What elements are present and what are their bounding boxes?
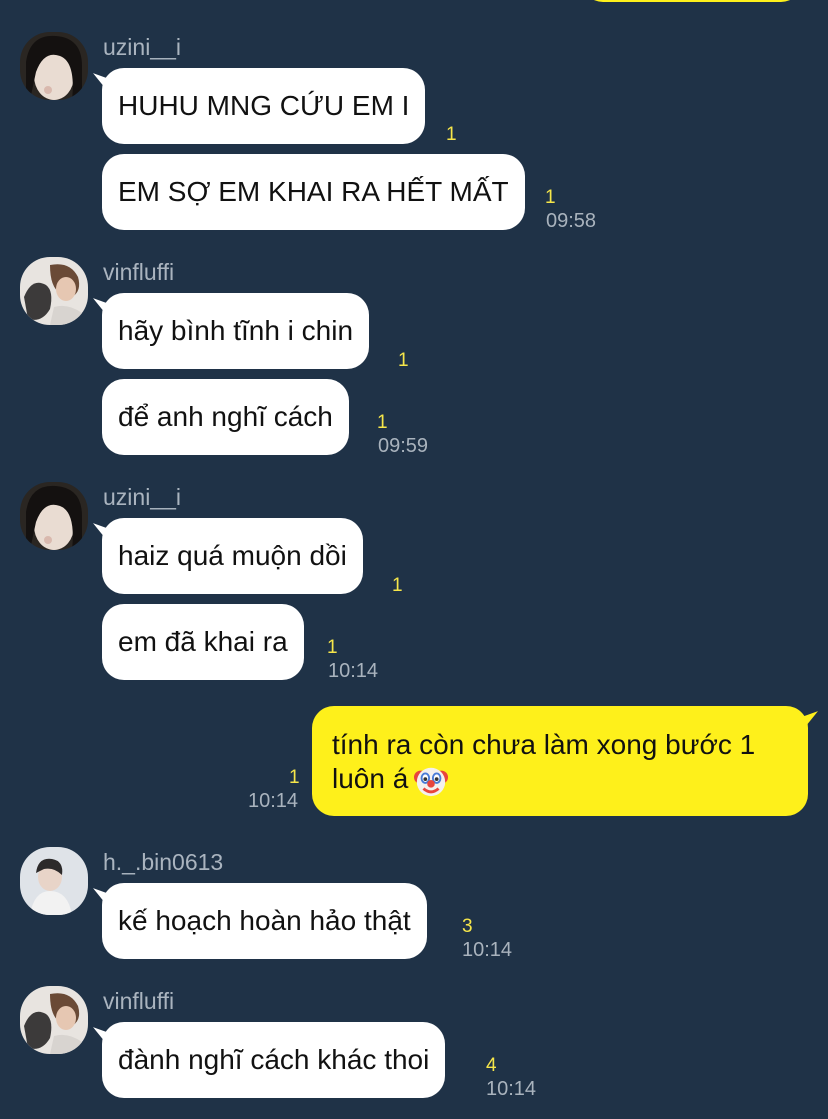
- message-bubble[interactable]: HUHU MNG CỨU EM I: [102, 68, 426, 144]
- sender-name: h._.bin0613: [103, 849, 224, 875]
- user-photo-icon: [20, 32, 88, 100]
- unread-count: 1: [398, 350, 409, 371]
- avatar-vinfluffi[interactable]: [20, 257, 88, 325]
- user-photo-icon: [20, 986, 88, 1054]
- message-bubble[interactable]: haiz quá muộn dồi: [102, 518, 363, 594]
- message-line-2: luôn á: [332, 762, 788, 798]
- avatar-vinfluffi[interactable]: [20, 986, 88, 1054]
- message-time: 10:14: [486, 1078, 537, 1100]
- sender-name: vinfluffi: [103, 259, 175, 285]
- message-time: 10:14: [462, 939, 513, 961]
- message-bubble[interactable]: đành nghĩ cách khác thoi: [102, 1022, 446, 1098]
- message-bubble[interactable]: hãy bình tĩnh i chin: [102, 293, 370, 369]
- unread-count: 1: [377, 412, 388, 433]
- my-message-bubble[interactable]: tính ra còn chưa làm xong bước 1 luôn á: [312, 706, 808, 816]
- message-time: 09:59: [378, 435, 429, 457]
- unread-count: 4: [486, 1055, 497, 1076]
- message-time: 10:14: [248, 790, 299, 812]
- message-bubble[interactable]: để anh nghĩ cách: [102, 379, 349, 455]
- avatar-uzini[interactable]: [20, 482, 88, 550]
- chat-message-list[interactable]: uzini__i HUHU MNG CỨU EM I 1 EM SỢ EM KH…: [0, 0, 828, 1119]
- unread-count: 1: [327, 637, 338, 658]
- unread-count: 1: [392, 575, 403, 596]
- message-time: 10:14: [328, 660, 379, 682]
- user-photo-icon: [20, 482, 88, 550]
- sender-name: vinfluffi: [103, 988, 175, 1014]
- unread-count: 3: [462, 916, 473, 937]
- sender-name: uzini__i: [103, 34, 181, 60]
- clown-face-emoji-icon: [414, 767, 449, 796]
- unread-count: 1: [545, 187, 556, 208]
- message-bubble[interactable]: em đã khai ra: [102, 604, 304, 680]
- user-photo-icon: [20, 257, 88, 325]
- sender-name: uzini__i: [103, 484, 181, 510]
- unread-count: 1: [289, 767, 300, 788]
- avatar-bin0613[interactable]: [20, 847, 88, 915]
- message-line: luôn á: [332, 763, 409, 794]
- avatar-uzini[interactable]: [20, 32, 88, 100]
- previous-outgoing-bubble[interactable]: [582, 0, 802, 2]
- message-bubble[interactable]: kế hoạch hoàn hảo thật: [102, 883, 427, 959]
- unread-count: 1: [446, 124, 457, 145]
- user-photo-icon: [20, 847, 88, 915]
- message-time: 09:58: [546, 210, 597, 232]
- message-bubble[interactable]: EM SỢ EM KHAI RA HẾT MẤT: [102, 154, 525, 230]
- message-line: tính ra còn chưa làm xong bước 1: [332, 729, 756, 760]
